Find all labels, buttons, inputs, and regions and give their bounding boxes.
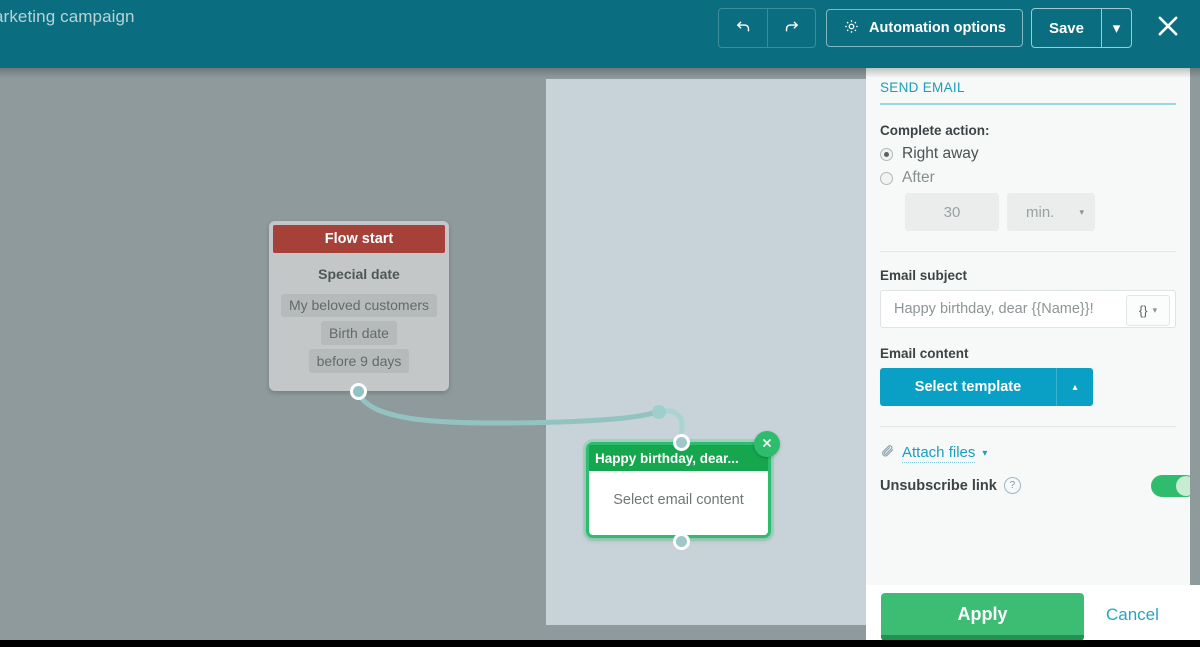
radio-right-away[interactable]: Right away — [880, 145, 1176, 163]
flow-start-chip-offset: before 9 days — [309, 349, 410, 373]
close-x-icon — [1154, 12, 1182, 45]
question-mark-icon[interactable]: ? — [1004, 477, 1021, 494]
attach-files-control[interactable]: Attach files ▾ — [880, 443, 1176, 463]
panel-divider-2 — [880, 426, 1176, 427]
automation-options-label: Automation options — [869, 20, 1006, 36]
delay-unit-value: min. — [1026, 204, 1054, 221]
chevron-down-icon: ▾ — [982, 448, 987, 459]
chevron-down-icon: ▾ — [1079, 207, 1084, 218]
save-button[interactable]: Save — [1032, 9, 1101, 47]
attach-files-label: Attach files — [902, 444, 975, 463]
redo-button[interactable] — [767, 9, 815, 47]
delay-unit-select[interactable]: min. ▾ — [1007, 193, 1095, 231]
redo-arrow-icon — [783, 18, 800, 39]
send-email-node[interactable]: Happy birthday, dear... Select email con… — [586, 442, 771, 538]
flow-start-chip-audience: My beloved customers — [281, 294, 437, 317]
gear-icon — [843, 18, 860, 39]
apply-button[interactable]: Apply — [881, 593, 1084, 641]
header-toolbar: Automation options Save ▾ — [718, 8, 1188, 48]
unsubscribe-link-label: Unsubscribe link — [880, 478, 997, 494]
radio-after[interactable]: After — [880, 169, 1176, 187]
complete-action-label: Complete action: — [880, 123, 1176, 138]
send-email-node-body: Select email content — [589, 471, 768, 529]
delete-node-button[interactable] — [754, 431, 780, 457]
variable-braces-icon: {} — [1139, 303, 1148, 318]
undo-redo-group — [718, 8, 816, 48]
automation-options-button[interactable]: Automation options — [826, 9, 1023, 47]
save-dropdown-button[interactable]: ▾ — [1101, 9, 1131, 47]
close-x-icon — [761, 436, 773, 452]
automation-flow-editor: arketing campaign — [0, 0, 1200, 647]
panel-right-gutter — [1190, 68, 1200, 585]
unsubscribe-link-toggle[interactable] — [1151, 475, 1190, 497]
flow-start-node[interactable]: Flow start Special date My beloved custo… — [269, 221, 449, 391]
radio-after-label: After — [902, 169, 935, 187]
email-content-label: Email content — [880, 346, 1176, 361]
send-email-output-port[interactable] — [673, 533, 690, 550]
paperclip-icon — [880, 443, 895, 463]
send-email-settings-panel: SEND EMAIL Complete action: Right away A… — [866, 68, 1190, 585]
panel-divider-1 — [880, 251, 1176, 252]
cancel-button[interactable]: Cancel — [1106, 605, 1159, 625]
flow-start-chip-trigger: Birth date — [321, 321, 397, 345]
insert-variable-button[interactable]: {} ▾ — [1126, 295, 1170, 326]
page-title: arketing campaign — [0, 7, 135, 27]
email-subject-field[interactable]: Happy birthday, dear {{Name}}! {} ▾ — [880, 290, 1176, 328]
send-email-input-port[interactable] — [673, 434, 690, 451]
flow-start-node-chips: My beloved customers Birth date before 9… — [273, 290, 445, 373]
flow-start-node-header: Flow start — [273, 225, 445, 253]
select-template-group: Select template ▴ — [880, 368, 1093, 406]
toggle-knob — [1176, 476, 1190, 496]
radio-right-away-label: Right away — [902, 145, 979, 163]
email-subject-value: Happy birthday, dear {{Name}}! — [894, 301, 1094, 317]
panel-title-underline — [880, 103, 1176, 105]
undo-arrow-icon — [735, 18, 752, 39]
close-editor-button[interactable] — [1148, 8, 1188, 48]
unsubscribe-link-row: Unsubscribe link ? — [880, 477, 1176, 494]
flow-start-output-port[interactable] — [350, 383, 367, 400]
app-header: arketing campaign — [0, 0, 1200, 68]
email-subject-label: Email subject — [880, 268, 1176, 283]
radio-after-input[interactable] — [880, 172, 893, 185]
radio-right-away-input[interactable] — [880, 148, 893, 161]
delay-controls: 30 min. ▾ — [905, 193, 1176, 231]
flow-start-node-subtitle: Special date — [273, 266, 445, 282]
undo-button[interactable] — [719, 9, 767, 47]
canvas-sheet — [546, 79, 866, 625]
select-template-button[interactable]: Select template — [880, 368, 1056, 406]
delay-value-input[interactable]: 30 — [905, 193, 999, 231]
save-button-group: Save ▾ — [1031, 8, 1132, 48]
select-template-dropdown-button[interactable]: ▴ — [1056, 368, 1093, 406]
screen-bottom-edge — [0, 640, 1200, 647]
chevron-down-icon: ▾ — [1153, 305, 1158, 316]
panel-footer: Apply Cancel — [866, 585, 1200, 640]
panel-title: SEND EMAIL — [880, 68, 1176, 103]
